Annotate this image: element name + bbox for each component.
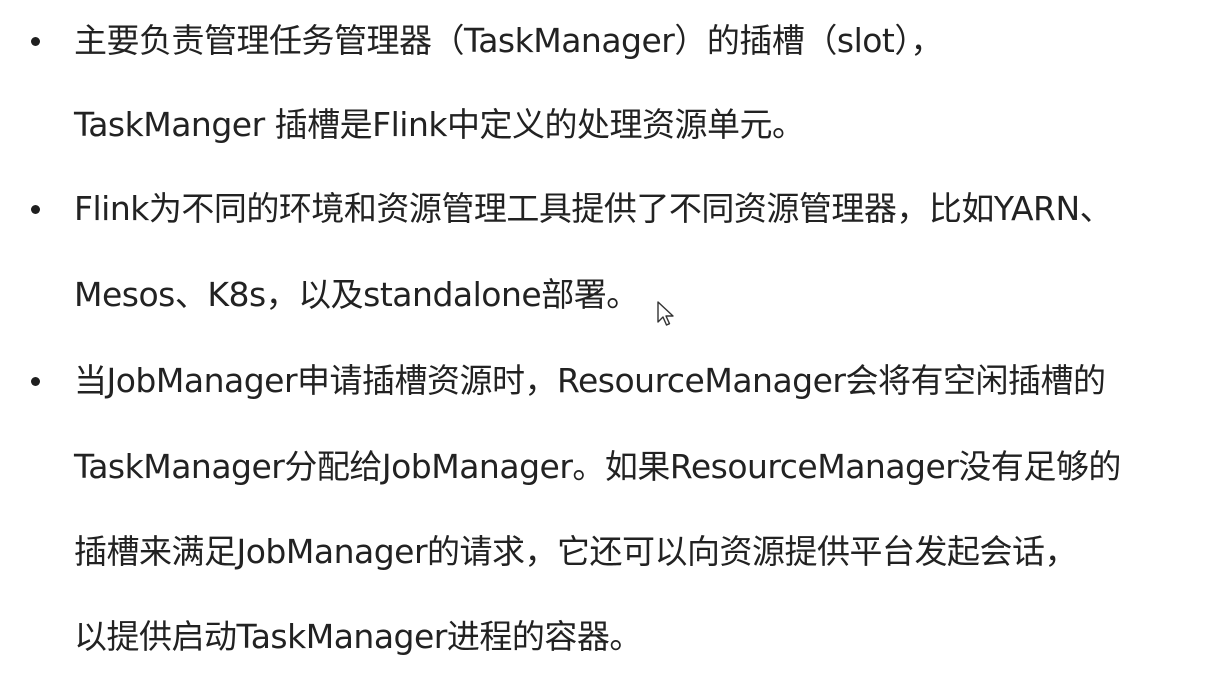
bullet-dot-icon — [31, 377, 40, 386]
bullet-line: 以提供启动TaskManager进程的容器。 — [74, 617, 642, 656]
bullet-line: 主要负责管理任务管理器（TaskManager）的插槽（slot）， — [74, 21, 943, 60]
slide: 主要负责管理任务管理器（TaskManager）的插槽（slot）， TaskM… — [0, 0, 1222, 698]
bullet-dot-icon — [31, 205, 40, 214]
bullet-line: TaskManger 插槽是Flink中定义的处理资源单元。 — [74, 105, 805, 144]
bullet-line: 当JobManager申请插槽资源时，ResourceManager会将有空闲插… — [74, 361, 1106, 400]
bullet-dot-icon — [31, 37, 40, 46]
bullet-line: Mesos、K8s，以及standalone部署。 — [74, 275, 639, 314]
bullet-line: 插槽来满足JobManager的请求，它还可以向资源提供平台发起会话， — [74, 532, 1078, 571]
bullet-line: TaskManager分配给JobManager。如果ResourceManag… — [74, 447, 1121, 486]
mouse-pointer-icon — [657, 301, 674, 326]
bullet-line: Flink为不同的环境和资源管理工具提供了不同资源管理器，比如YARN、 — [74, 189, 1113, 228]
